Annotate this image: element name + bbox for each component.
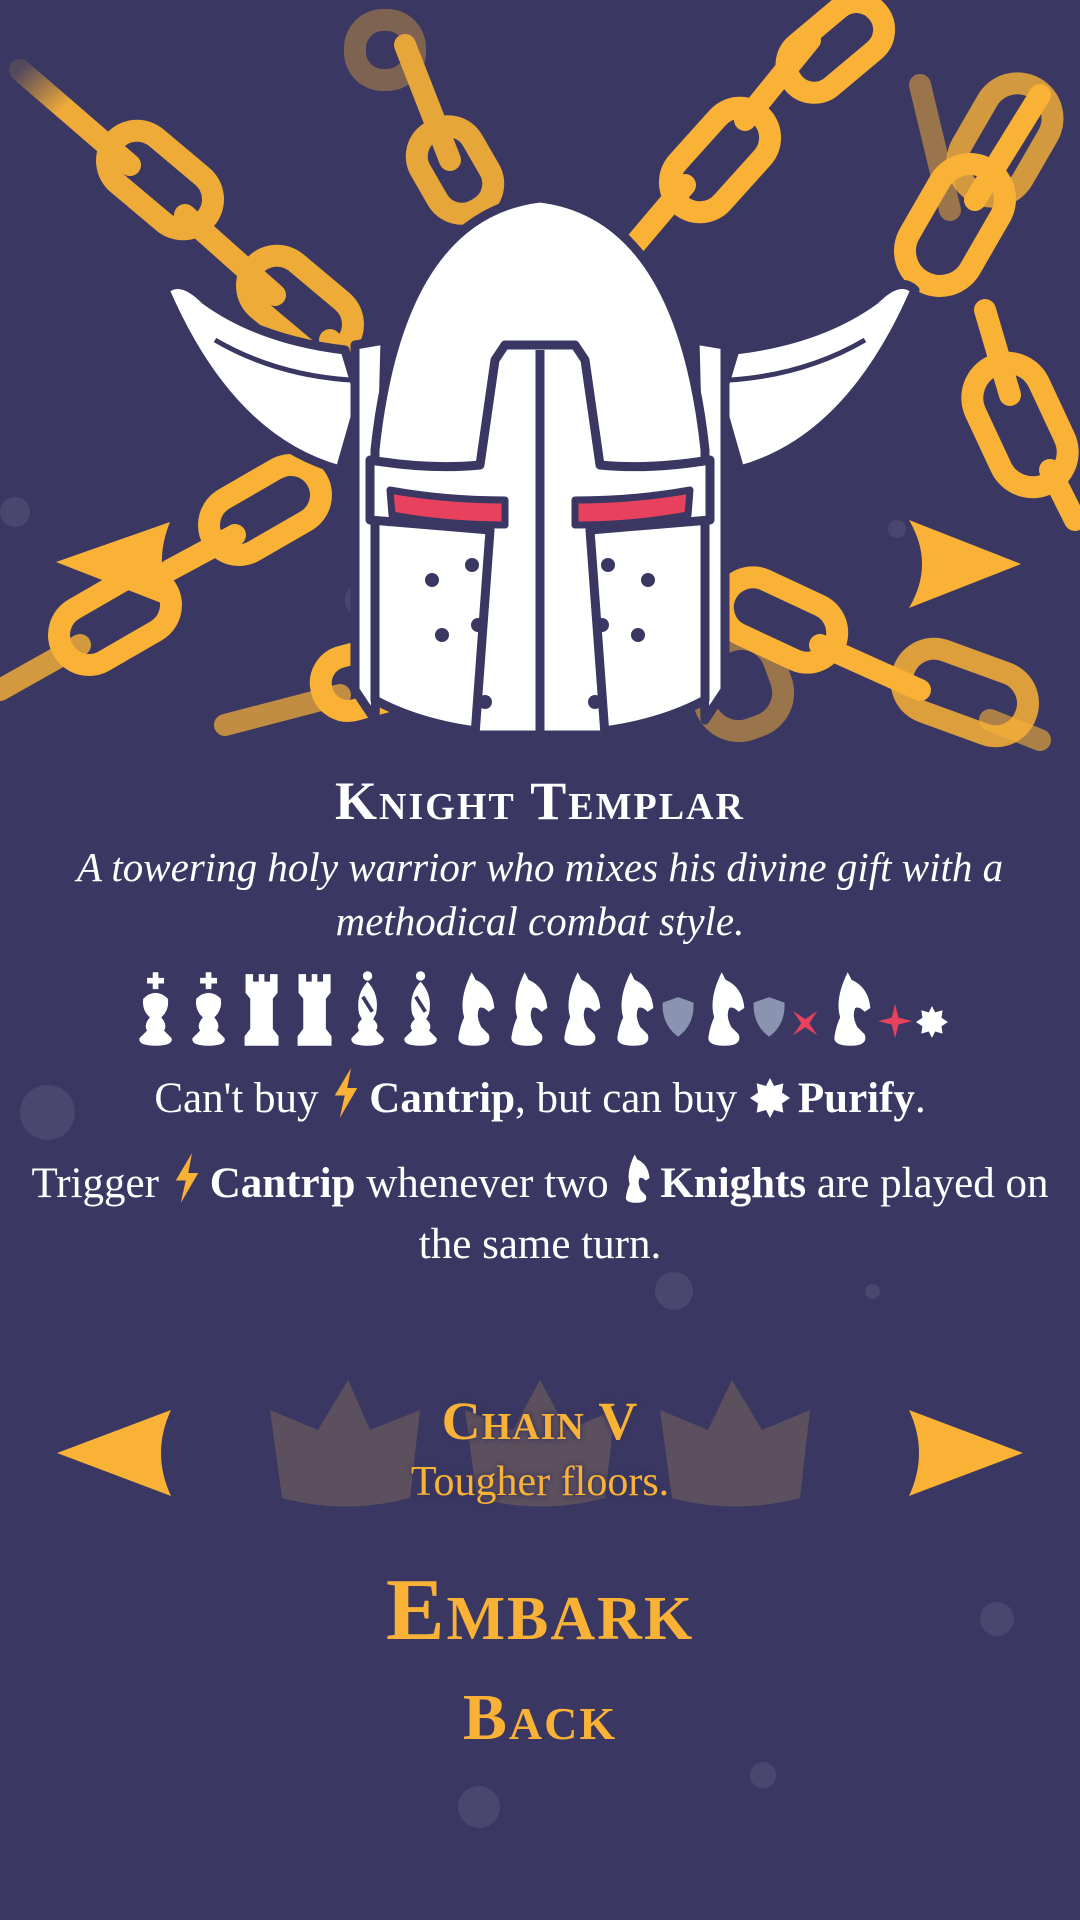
keyword: Cantrip	[209, 1160, 356, 1207]
rook-icon	[291, 970, 338, 1050]
knight-piece	[451, 970, 498, 1050]
rook-piece	[291, 970, 338, 1050]
rook-icon	[238, 970, 285, 1050]
king-icon	[132, 970, 179, 1050]
character-name: Knight Templar	[335, 771, 745, 831]
purify-burst-icon	[749, 1077, 790, 1132]
starting-pieces	[0, 970, 1080, 1050]
background-bubble	[458, 1786, 500, 1828]
king-piece	[132, 970, 179, 1050]
background-bubble	[750, 1762, 776, 1788]
shield-icon	[661, 996, 695, 1042]
rule-text: whenever two	[355, 1160, 620, 1207]
bishop-piece	[344, 970, 391, 1050]
background-bubble	[865, 1284, 880, 1299]
character-portrait	[0, 0, 1080, 751]
difficulty-description: Tougher floors.	[410, 1459, 670, 1505]
shield-icon	[752, 996, 786, 1042]
knight-icon	[451, 970, 498, 1050]
cross-icon	[790, 1008, 820, 1042]
embark-button[interactable]: Embark	[0, 1560, 1080, 1661]
king-piece	[185, 970, 232, 1050]
chain-far-right	[894, 72, 1080, 531]
knight-icon	[610, 970, 657, 1050]
chain-right-diagonal	[619, 0, 896, 261]
lightning-icon	[331, 1068, 361, 1132]
rule-text: .	[914, 1075, 926, 1122]
bishop-icon	[397, 970, 444, 1050]
sparkle-icon	[877, 1003, 913, 1042]
king-icon	[185, 970, 232, 1050]
rule-line-1: Can't buy Cantrip, but can buy Purify.	[20, 1068, 1060, 1132]
bishop-icon	[344, 970, 391, 1050]
knight-icon	[621, 1153, 652, 1217]
knight-piece	[701, 970, 821, 1050]
rule-text: Can't buy	[154, 1075, 330, 1122]
rule-text: , but can buy	[515, 1075, 748, 1122]
keyword: Knights	[660, 1160, 807, 1207]
knight-icon	[504, 970, 551, 1050]
knight-piece	[827, 970, 949, 1050]
background-bubble	[655, 1272, 693, 1310]
next-character-button[interactable]	[905, 518, 1025, 610]
knight-icon	[701, 970, 748, 1050]
rule-line-2: Trigger Cantrip whenever two Knights are…	[20, 1153, 1060, 1272]
prev-character-button[interactable]	[52, 516, 177, 614]
lightning-icon	[172, 1153, 202, 1217]
back-button[interactable]: Back	[0, 1680, 1080, 1756]
rook-piece	[238, 970, 285, 1050]
arrow-right-icon	[909, 520, 1021, 608]
knight-piece	[504, 970, 551, 1050]
knight-piece	[610, 970, 695, 1050]
keyword: Purify	[797, 1075, 915, 1122]
arrow-left-icon	[56, 522, 174, 608]
chain-top-middle	[344, 9, 505, 225]
rule-text: Trigger	[31, 1160, 170, 1207]
keyword: Cantrip	[369, 1075, 516, 1122]
purify-icon	[916, 1006, 949, 1042]
difficulty-title: Chain V	[441, 1391, 639, 1451]
character-description: A towering holy warrior who mixes his di…	[76, 844, 1004, 944]
knight-icon	[557, 970, 604, 1050]
bishop-piece	[397, 970, 444, 1050]
knight-icon	[827, 970, 874, 1050]
knight-piece	[557, 970, 604, 1050]
